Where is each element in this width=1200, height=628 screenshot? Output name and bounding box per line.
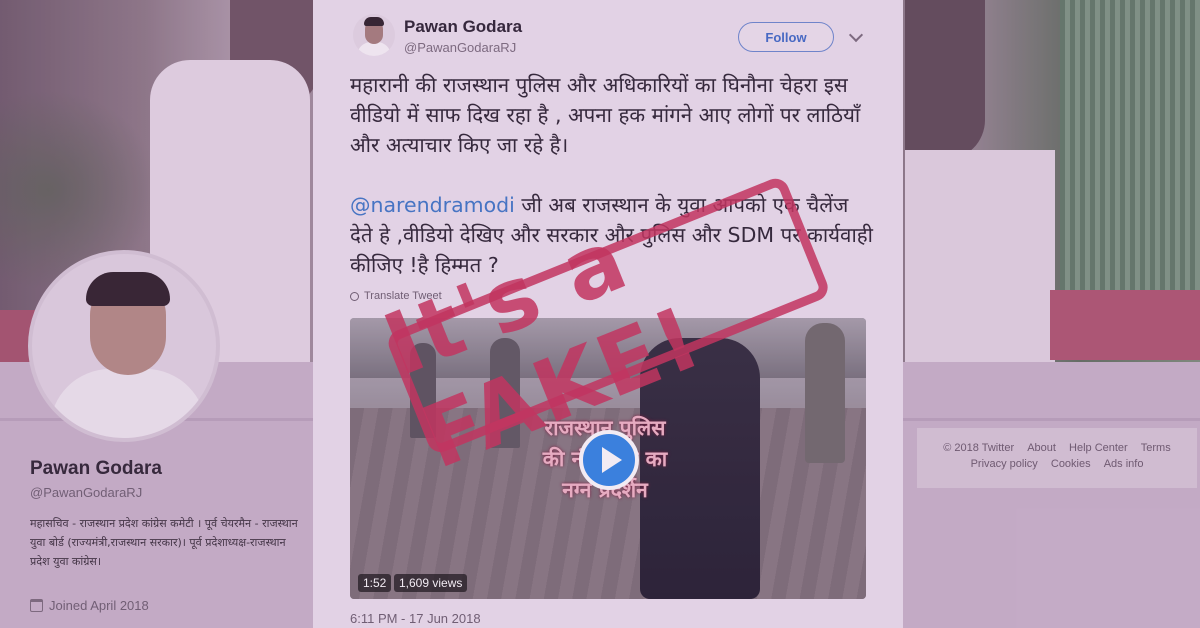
tweet-card: Pawan Godara @PawanGodaraRJ Follow महारा… xyxy=(313,0,903,628)
tweet-avatar-body xyxy=(357,42,391,56)
tweet-author-handle[interactable]: @PawanGodaraRJ xyxy=(404,40,516,55)
video-views: 1,609 views xyxy=(394,574,468,592)
background-fence xyxy=(1060,0,1200,300)
chevron-down-icon[interactable] xyxy=(848,27,864,43)
footer-link-privacy[interactable]: Privacy policy xyxy=(971,458,1038,470)
footer-link-help-center[interactable]: Help Center xyxy=(1069,442,1128,454)
follow-button[interactable]: Follow xyxy=(738,22,834,52)
tweet-avatar-hair xyxy=(364,17,384,26)
footer-row-2: Privacy policy Cookies Ads info xyxy=(917,458,1197,470)
footer-link-about[interactable]: About xyxy=(1027,442,1056,454)
mention-link[interactable]: @narendramodi xyxy=(350,193,515,217)
video-player[interactable]: राजस्थान पुलिस की नंगा नाच का नग्न प्रदर… xyxy=(350,318,866,599)
tweet-paragraph-1: महारानी की राजस्थान पुलिस और अधिकारियों … xyxy=(350,73,861,157)
footer-link-ads-info[interactable]: Ads info xyxy=(1104,458,1144,470)
video-duration: 1:52 xyxy=(358,574,392,592)
tweet-text: महारानी की राजस्थान पुलिस और अधिकारियों … xyxy=(350,70,875,280)
footer-copyright: © 2018 Twitter xyxy=(943,442,1015,454)
calendar-icon xyxy=(30,599,43,612)
joined-label: Joined April 2018 xyxy=(49,598,149,613)
footer-links: © 2018 Twitter About Help Center Terms P… xyxy=(917,428,1197,488)
translate-tweet[interactable]: Translate Tweet xyxy=(350,290,442,302)
profile-avatar[interactable] xyxy=(28,250,220,442)
avatar-hair xyxy=(86,272,170,306)
video-figure-1 xyxy=(410,343,436,438)
footer-row-1: © 2018 Twitter About Help Center Terms xyxy=(917,442,1197,454)
tweet-timestamp[interactable]: 6:11 PM - 17 Jun 2018 xyxy=(350,611,481,626)
profile-bio: महासचिव - राजस्थान प्रदेश कांग्रेस कमेटी… xyxy=(30,517,298,568)
globe-icon xyxy=(350,291,359,301)
avatar-body xyxy=(50,369,206,438)
profile-handle[interactable]: @PawanGodaraRJ xyxy=(30,485,142,500)
background-wall-right xyxy=(1050,290,1200,360)
play-icon xyxy=(601,447,622,473)
play-button[interactable] xyxy=(579,430,639,490)
tweet-author-avatar[interactable] xyxy=(353,14,395,56)
background-person-right xyxy=(905,150,1055,370)
profile-joined: Joined April 2018 xyxy=(30,598,149,613)
tweet-paragraph-2: @narendramodi जी अब राजस्थान के युवा आपक… xyxy=(350,190,875,280)
video-figure-4 xyxy=(805,323,845,463)
tweet-author-name[interactable]: Pawan Godara xyxy=(404,17,522,37)
footer-link-terms[interactable]: Terms xyxy=(1141,442,1171,454)
profile-name[interactable]: Pawan Godara xyxy=(30,458,162,480)
background-person-right-head xyxy=(905,0,985,160)
footer-link-cookies[interactable]: Cookies xyxy=(1051,458,1091,470)
translate-label: Translate Tweet xyxy=(364,290,442,302)
